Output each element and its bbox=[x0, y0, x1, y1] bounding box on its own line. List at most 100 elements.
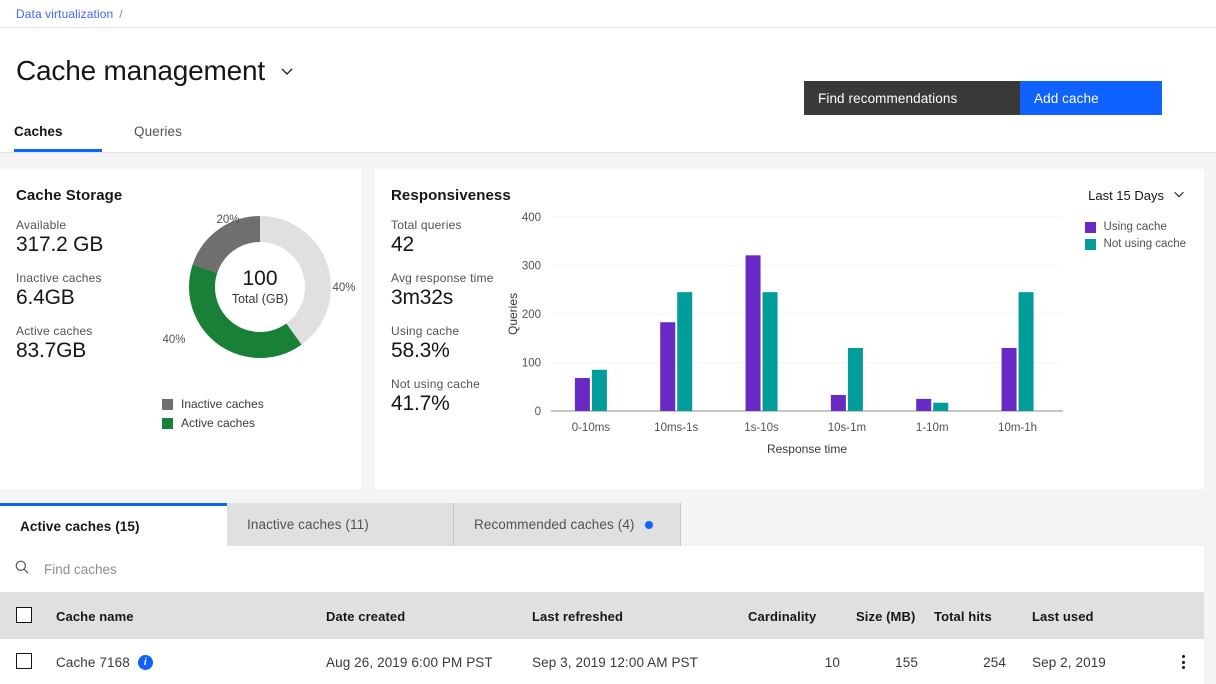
bar-10m-1h-Using cache bbox=[1002, 348, 1017, 411]
page-title: Cache management bbox=[16, 57, 265, 85]
legend-swatch-using-cache-icon bbox=[1085, 222, 1096, 233]
page-header: Cache management Find recommendations Ad… bbox=[0, 28, 1216, 113]
donut-legend-label-inactive: Inactive caches bbox=[181, 397, 264, 411]
donut-legend: Inactive caches Active caches bbox=[162, 397, 264, 435]
donut-legend-item-active: Active caches bbox=[162, 416, 264, 430]
bar-1s-10s-Using cache bbox=[746, 255, 761, 411]
summary-cards: Cache Storage Available 317.2 GB Inactiv… bbox=[0, 153, 1216, 489]
column-header-last-used[interactable]: Last used bbox=[1014, 593, 1162, 639]
legend-swatch-active-icon bbox=[162, 418, 173, 429]
time-range-select[interactable]: Last 15 Days bbox=[1088, 187, 1186, 204]
y-axis-tick: 100 bbox=[522, 358, 541, 370]
header-actions: Find recommendations Add cache bbox=[804, 81, 1162, 115]
search-icon bbox=[14, 559, 30, 580]
x-axis-tick: 10s-1m bbox=[828, 422, 866, 434]
tab-caches[interactable]: Caches bbox=[14, 113, 102, 152]
sub-tab-inactive-caches[interactable]: Inactive caches (11) bbox=[227, 503, 454, 546]
sub-tab-inactive-caches-label: Inactive caches (11) bbox=[247, 517, 369, 532]
add-cache-button[interactable]: Add cache bbox=[1020, 81, 1162, 115]
donut-label-available-pct: 40% bbox=[332, 282, 355, 294]
chart-legend-label-not-using-cache: Not using cache bbox=[1104, 238, 1186, 250]
responsiveness-title: Responsiveness bbox=[391, 187, 1204, 204]
y-axis-tick: 0 bbox=[535, 406, 541, 418]
cell-date-created: Aug 26, 2019 6:00 PM PST bbox=[318, 639, 524, 684]
caches-table: Cache name Date created Last refreshed C… bbox=[0, 593, 1204, 684]
column-header-date-created[interactable]: Date created bbox=[318, 593, 524, 639]
table-row[interactable]: Cache 7168 i Aug 26, 2019 6:00 PM PST Se… bbox=[0, 639, 1204, 684]
search-bar bbox=[0, 546, 1204, 593]
legend-swatch-not-using-cache-icon bbox=[1085, 239, 1096, 250]
row-checkbox[interactable] bbox=[16, 653, 32, 669]
donut-center-number: 100 bbox=[242, 267, 277, 290]
sub-tab-recommended-caches-label: Recommended caches (4) bbox=[474, 517, 635, 532]
bar-10s-1m-Not using cache bbox=[848, 348, 863, 411]
cell-last-refreshed: Sep 3, 2019 12:00 AM PST bbox=[524, 639, 740, 684]
column-header-total-hits[interactable]: Total hits bbox=[926, 593, 1014, 639]
x-axis-tick: 10ms-1s bbox=[654, 422, 698, 434]
y-axis-tick: 200 bbox=[522, 309, 541, 321]
cell-cache-name: Cache 7168 i bbox=[48, 639, 318, 684]
y-axis-title: Queries bbox=[506, 293, 520, 335]
search-input[interactable] bbox=[44, 562, 444, 577]
x-axis-tick: 1-10m bbox=[916, 422, 949, 434]
chart-legend-item-not-using-cache: Not using cache bbox=[1085, 238, 1186, 250]
cell-total-hits: 254 bbox=[926, 639, 1014, 684]
table-header-row: Cache name Date created Last refreshed C… bbox=[0, 593, 1204, 639]
sub-tab-active-caches[interactable]: Active caches (15) bbox=[0, 503, 227, 546]
bar-10ms-1s-Using cache bbox=[660, 322, 675, 411]
sub-tab-recommended-caches[interactable]: Recommended caches (4) bbox=[454, 503, 681, 546]
column-header-actions bbox=[1162, 593, 1204, 639]
breadcrumb: Data virtualization / bbox=[0, 0, 1216, 28]
chart-legend-label-using-cache: Using cache bbox=[1104, 221, 1167, 233]
bar-0-10ms-Not using cache bbox=[592, 370, 607, 411]
breadcrumb-separator: / bbox=[119, 7, 122, 21]
bar-10ms-1s-Not using cache bbox=[677, 292, 692, 411]
cell-size-mb: 155 bbox=[848, 639, 926, 684]
x-axis-tick: 10m-1h bbox=[998, 422, 1037, 434]
legend-swatch-inactive-icon bbox=[162, 399, 173, 410]
select-all-cell bbox=[0, 593, 48, 639]
cache-sub-tabs: Active caches (15) Inactive caches (11) … bbox=[0, 503, 1216, 546]
donut-legend-label-active: Active caches bbox=[181, 416, 255, 430]
cache-storage-title: Cache Storage bbox=[16, 187, 361, 204]
overflow-menu-icon[interactable] bbox=[1170, 655, 1196, 669]
bar-1s-10s-Not using cache bbox=[763, 292, 778, 411]
column-header-last-refreshed[interactable]: Last refreshed bbox=[524, 593, 740, 639]
column-header-cache-name[interactable]: Cache name bbox=[48, 593, 318, 639]
x-axis-title: Response time bbox=[767, 442, 847, 456]
chart-legend-item-using-cache: Using cache bbox=[1085, 221, 1186, 233]
chart-legend: Using cache Not using cache bbox=[1085, 221, 1186, 255]
bar-1-10m-Not using cache bbox=[933, 403, 948, 411]
find-recommendations-button[interactable]: Find recommendations bbox=[804, 81, 1020, 115]
y-axis-tick: 400 bbox=[522, 212, 541, 224]
sub-tab-active-caches-label: Active caches (15) bbox=[20, 519, 140, 534]
cache-storage-card: Cache Storage Available 317.2 GB Inactiv… bbox=[0, 169, 361, 489]
chevron-down-icon[interactable] bbox=[279, 63, 295, 79]
main-tabs: Caches Queries bbox=[0, 113, 1216, 153]
donut-label-inactive-pct: 20% bbox=[216, 214, 239, 226]
caches-table-section: Active caches (15) Inactive caches (11) … bbox=[0, 503, 1216, 684]
donut-legend-item-inactive: Inactive caches bbox=[162, 397, 264, 411]
cell-row-actions bbox=[1162, 639, 1204, 684]
time-range-label: Last 15 Days bbox=[1088, 188, 1164, 203]
responsiveness-card: Responsiveness Last 15 Days Using cache … bbox=[375, 169, 1204, 489]
column-header-size-mb[interactable]: Size (MB) bbox=[848, 593, 926, 639]
row-select-cell bbox=[0, 639, 48, 684]
x-axis-tick: 1s-10s bbox=[744, 422, 779, 434]
bar-0-10ms-Using cache bbox=[575, 378, 590, 411]
donut-label-active-pct: 40% bbox=[162, 334, 185, 346]
cache-name-text: Cache 7168 bbox=[56, 655, 130, 670]
y-axis-tick: 300 bbox=[522, 261, 541, 273]
responsiveness-bar-chart: 0 100 200 300 400 0-10ms 10ms-1s 1s-10s 10s-1m 1-… bbox=[505, 211, 1085, 476]
column-header-cardinality[interactable]: Cardinality bbox=[740, 593, 848, 639]
x-axis-tick: 0-10ms bbox=[572, 422, 611, 434]
chevron-down-icon bbox=[1172, 187, 1186, 204]
page-title-group: Cache management bbox=[16, 57, 295, 85]
select-all-checkbox[interactable] bbox=[16, 607, 32, 623]
breadcrumb-link-data-virtualization[interactable]: Data virtualization bbox=[16, 7, 113, 21]
info-icon[interactable]: i bbox=[138, 655, 153, 670]
cell-cardinality: 10 bbox=[740, 639, 848, 684]
bar-10m-1h-Not using cache bbox=[1019, 292, 1034, 411]
donut-center-subtitle: Total (GB) bbox=[232, 292, 288, 306]
tab-queries[interactable]: Queries bbox=[134, 113, 222, 152]
